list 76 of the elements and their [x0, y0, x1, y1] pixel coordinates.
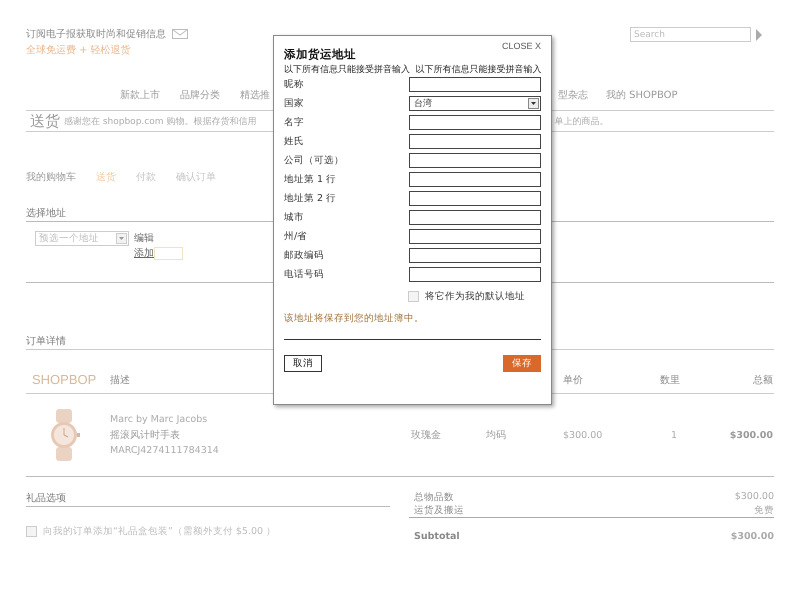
- text-field[interactable]: [154, 246, 183, 260]
- add-link[interactable]: 添加: [134, 246, 154, 260]
- newsletter-text: 订阅电子报获取时尚和促销信息: [26, 28, 166, 41]
- input-field[interactable]: [409, 248, 541, 263]
- input-field[interactable]: [409, 191, 541, 206]
- checkbox[interactable]: [408, 291, 419, 302]
- nav-link[interactable]: 品牌分类: [180, 88, 220, 102]
- checkbox-label: 将它作为我的默认地址: [425, 290, 525, 303]
- summary-value: $300.00: [730, 531, 774, 542]
- caret-icon: [116, 233, 127, 244]
- checkout-step: 我的购物车: [26, 170, 76, 184]
- dialog-title: 添加货运地址: [284, 47, 356, 62]
- product-brand: Marc by Marc Jacobs: [110, 414, 208, 425]
- section-title: 选择地址: [26, 208, 66, 219]
- field-label: 公司（可选）: [284, 154, 344, 167]
- field-label: 姓氏: [284, 135, 304, 148]
- section-title: 送货: [30, 112, 60, 130]
- input-field[interactable]: [409, 153, 541, 168]
- caret-icon: [528, 98, 539, 109]
- input-field[interactable]: [409, 267, 541, 282]
- input-field[interactable]: [409, 115, 541, 130]
- field-label: 名字: [284, 116, 304, 129]
- column-header: 数里: [660, 374, 681, 387]
- envelope-icon: [172, 29, 188, 39]
- column-header: 总额: [752, 374, 773, 387]
- section-title: 订单详情: [26, 336, 66, 347]
- country-select[interactable]: 台湾: [409, 96, 541, 111]
- input-field[interactable]: [409, 229, 541, 244]
- checkout-step: 付款: [136, 170, 156, 184]
- summary-label: 运货及搬运: [414, 504, 464, 517]
- field-label: 地址第 1 行: [284, 173, 336, 186]
- summary-label: Subtotal: [414, 531, 460, 542]
- search-field[interactable]: Search: [630, 27, 751, 42]
- dialog-note: 该地址将保存到您的地址簿中。: [284, 312, 425, 325]
- field-label: 地址第 2 行: [284, 192, 336, 205]
- summary-label: 总物品数: [414, 491, 454, 504]
- shop-logo: SHOPBOP: [31, 372, 98, 387]
- summary-value: 免费: [754, 504, 774, 517]
- input-field[interactable]: [409, 210, 541, 225]
- gift-option-label: 向我的订单添加“礼品盒包装”（需额外支付 $5.00 ）: [43, 525, 276, 538]
- field-label: 电话号码: [284, 268, 324, 281]
- section-title: 礼品选项: [26, 493, 66, 504]
- summary-value: $300.00: [734, 491, 774, 504]
- product-sku: MARCJ4274111784314: [110, 445, 220, 456]
- input-field[interactable]: [409, 134, 541, 149]
- input-field[interactable]: [409, 77, 541, 92]
- field-label: 城市: [284, 211, 304, 224]
- shipping-note: 单上的商品。: [554, 116, 608, 128]
- nav-link[interactable]: 精选推: [240, 88, 270, 102]
- checkout-step: 确认订单: [176, 170, 216, 184]
- input-field[interactable]: [409, 172, 541, 187]
- close-button[interactable]: CLOSE X: [502, 41, 541, 51]
- checkbox[interactable]: [26, 526, 37, 537]
- table-cell-text: 均码: [486, 429, 507, 442]
- nav-link[interactable]: 新款上市: [120, 88, 160, 102]
- table-cell-text: $300.00: [563, 430, 604, 440]
- column-header: 描述: [110, 374, 131, 387]
- table-cell-text: 1: [670, 430, 678, 440]
- promo-text: 全球免运费 + 轻松退货: [26, 44, 132, 57]
- column-header: 单价: [563, 374, 584, 387]
- address-select[interactable]: 预选一个地址: [35, 231, 129, 246]
- field-label: 州/省: [284, 230, 308, 243]
- shipping-note: 感谢您在 shopbop.com 购物。根据存货和信用: [64, 116, 256, 128]
- nav-link[interactable]: 型杂志: [558, 88, 588, 102]
- checkout-step: 送货: [96, 170, 116, 184]
- dialog-subtitle: 以下所有信息只能接受拼音输入 以下所有信息只能接受拼音输入: [284, 64, 541, 76]
- field-label: 昵称: [284, 78, 304, 91]
- save-button[interactable]: 保存: [503, 355, 541, 372]
- product-name: 摇滚风计时手表: [110, 428, 181, 442]
- edit-link[interactable]: 编辑: [134, 231, 183, 245]
- table-cell-text: 玫瑰金: [411, 429, 442, 442]
- field-label: 国家: [284, 97, 304, 110]
- table-cell-text: $300.00: [728, 430, 773, 440]
- field-label: 邮政编码: [284, 249, 324, 262]
- cancel-button[interactable]: 取消: [284, 355, 322, 372]
- nav-link[interactable]: 我的 SHOPBOP: [606, 88, 678, 102]
